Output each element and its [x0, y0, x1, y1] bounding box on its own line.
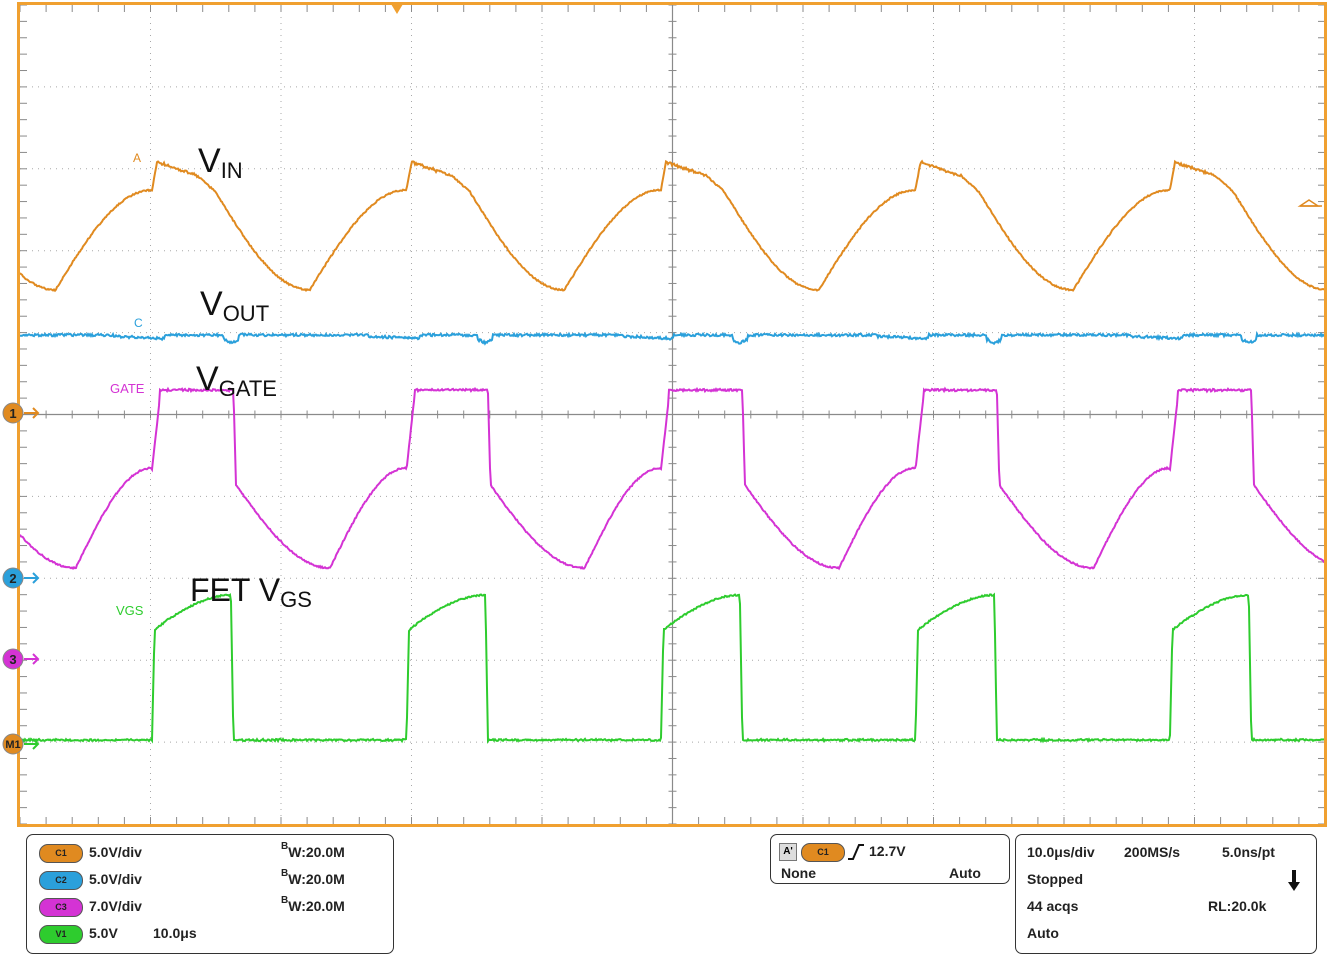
trigger-panel[interactable]: A' C1 12.7V None Auto [770, 834, 1010, 884]
single-seq-icon [1288, 869, 1300, 893]
c1-bandwidth: BW:20.0M [281, 844, 345, 860]
ch1-label: A [133, 151, 141, 165]
v1-time: 10.0μs [153, 925, 197, 941]
ch4-label: VGS [116, 603, 144, 618]
oscilloscope-screen: A C GATE VGS VIN VOUT VGATE FET VGS 1 2 … [0, 0, 1333, 958]
c2-scale: 5.0V/div [89, 871, 142, 887]
v1-badge[interactable]: V1 [39, 925, 83, 944]
acq-count: 44 acqs [1027, 898, 1078, 914]
rising-edge-icon [847, 843, 865, 861]
trigger-source-badge[interactable]: C1 [801, 843, 845, 862]
trigger-coupling: None [781, 865, 816, 881]
record-length: RL:20.0k [1208, 898, 1266, 914]
svg-text:M1: M1 [5, 739, 20, 751]
resolution: 5.0ns/pt [1222, 844, 1275, 860]
svg-text:2: 2 [9, 571, 16, 586]
c1-scale: 5.0V/div [89, 844, 142, 860]
c3-badge[interactable]: C3 [39, 898, 83, 917]
channel-settings-panel[interactable]: C1 5.0V/div BW:20.0M C2 5.0V/div BW:20.0… [26, 834, 394, 954]
acq-state: Stopped [1027, 871, 1083, 887]
ch2-label: C [134, 316, 143, 330]
c2-bandwidth: BW:20.0M [281, 871, 345, 887]
svg-text:3: 3 [9, 652, 16, 667]
trigger-mode: Auto [949, 865, 981, 881]
v1-scale: 5.0V [89, 925, 118, 941]
acquisition-panel[interactable]: 10.0μs/div 200MS/s 5.0ns/pt Stopped 44 a… [1015, 834, 1317, 954]
c3-scale: 7.0V/div [89, 898, 142, 914]
c2-badge[interactable]: C2 [39, 871, 83, 890]
trigger-a-badge: A' [779, 843, 797, 861]
timebase: 10.0μs/div [1027, 844, 1095, 860]
c1-badge[interactable]: C1 [39, 844, 83, 863]
ch3-label: GATE [110, 381, 145, 396]
trigger-level: 12.7V [869, 843, 906, 859]
sample-rate: 200MS/s [1124, 844, 1180, 860]
svg-text:1: 1 [9, 406, 16, 421]
c3-bandwidth: BW:20.0M [281, 898, 345, 914]
acq-mode: Auto [1027, 925, 1059, 941]
